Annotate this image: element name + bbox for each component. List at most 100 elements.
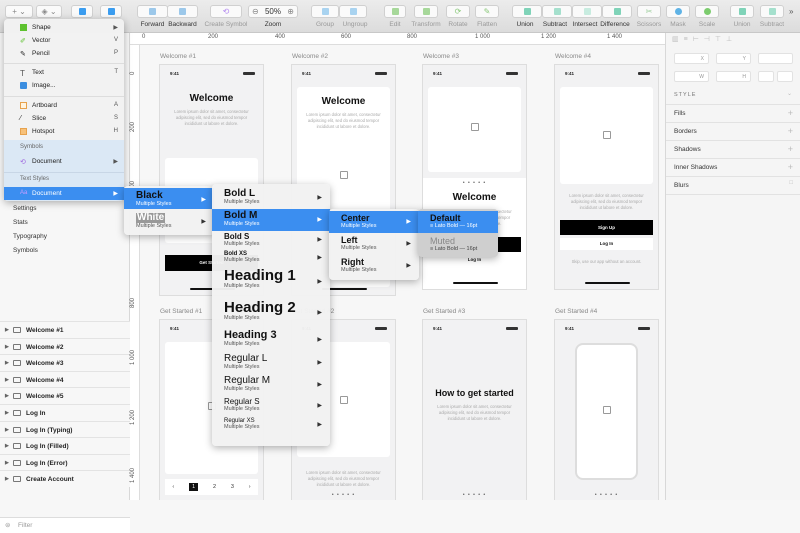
overflow-chevron-icon[interactable]: »: [789, 7, 793, 16]
page-item-typography[interactable]: Typography: [13, 233, 47, 240]
inner-shadows-row[interactable]: Inner Shadows +: [666, 159, 800, 177]
add-shadow-icon[interactable]: +: [788, 144, 793, 154]
layer-row[interactable]: ▶ Welcome #3: [0, 354, 130, 372]
artboard-label[interactable]: Get Started #3: [423, 308, 465, 315]
menu-item-artboard[interactable]: Artboard A: [4, 99, 124, 112]
menu-item-hotspot[interactable]: Hotspot H: [4, 125, 124, 138]
zoom-control[interactable]: ⊖ 50% ⊕: [248, 5, 298, 18]
mask-button[interactable]: [666, 5, 690, 18]
intersect-button[interactable]: [572, 5, 602, 18]
artboard-label[interactable]: Welcome #1: [160, 53, 196, 60]
artboard-label[interactable]: Welcome #3: [423, 53, 459, 60]
scissors-button[interactable]: ✂: [637, 5, 661, 18]
disclosure-triangle-icon[interactable]: ▶: [5, 344, 9, 350]
menu-item-muted[interactable]: Muted ≡ Lato Bold — 16pt: [418, 234, 498, 256]
menu-item-regular-xs[interactable]: Regular XS Multiple Styles ▶: [212, 416, 330, 433]
disclosure-triangle-icon[interactable]: ▶: [5, 476, 9, 482]
artboard-get-started-3[interactable]: 9:41 How to get started Lorem ipsum dolo…: [422, 319, 527, 500]
menu-item-bold-l[interactable]: Bold L Multiple Styles ▶: [212, 187, 330, 209]
transform-button[interactable]: [414, 5, 438, 18]
edit-button[interactable]: [384, 5, 406, 18]
menu-item-bold-xs[interactable]: Bold XS Multiple Styles ▶: [212, 249, 330, 266]
layer-style-button[interactable]: ◈ ⌄: [36, 5, 62, 18]
insert-button[interactable]: + ⌄: [5, 5, 33, 18]
menu-item-regular-l[interactable]: Regular L Multiple Styles ▶: [212, 352, 330, 374]
h-field[interactable]: H: [716, 71, 751, 82]
menu-item-heading-2[interactable]: Heading 2 Multiple Styles ▶: [212, 298, 330, 328]
layer-row[interactable]: ▶ Welcome #2: [0, 337, 130, 355]
disclosure-triangle-icon[interactable]: ▶: [5, 410, 9, 416]
menu-item-vector[interactable]: ✐ Vector V: [4, 34, 124, 47]
layer-row[interactable]: ▶ Log In (Filled): [0, 437, 130, 455]
select-icon-button[interactable]: [71, 5, 93, 18]
ungroup-button[interactable]: [339, 5, 367, 18]
create-symbol-button[interactable]: ⟲: [210, 5, 242, 18]
menu-item-default[interactable]: Default ≡ Lato Bold — 16pt: [418, 211, 498, 233]
artboard-label[interactable]: Get Started #1: [160, 308, 202, 315]
menu-item-heading-1[interactable]: Heading 1 Multiple Styles ▶: [212, 266, 330, 298]
filter-field[interactable]: ⊜ Filter: [0, 517, 130, 533]
zoom-out-icon[interactable]: ⊖: [252, 7, 259, 16]
layer-row[interactable]: ▶ Welcome #5: [0, 387, 130, 405]
blurs-row[interactable]: Blurs □: [666, 177, 800, 195]
page-item-settings[interactable]: Settings: [13, 205, 37, 212]
menu-item-image[interactable]: Image...: [4, 79, 124, 92]
difference-button[interactable]: [602, 5, 632, 18]
menu-item-bold-s[interactable]: Bold S Multiple Styles ▶: [212, 231, 330, 249]
layer-row[interactable]: ▶ Create Account: [0, 470, 130, 488]
artboard-label[interactable]: Get Started #4: [555, 308, 597, 315]
menu-item-text-styles-document[interactable]: Aa Document ▶: [4, 187, 124, 200]
disclosure-triangle-icon[interactable]: ▶: [5, 360, 9, 366]
menu-item-pencil[interactable]: ✎ Pencil P: [4, 47, 124, 60]
align-tools[interactable]: ▥≡⊢⊣⊤⊥: [672, 35, 737, 43]
union-button[interactable]: [512, 5, 542, 18]
menu-item-symbols-document[interactable]: ⟲ Document ▶: [4, 155, 124, 168]
menu-item-black[interactable]: Black Multiple Styles ▶: [124, 188, 214, 209]
flatten-button[interactable]: ✎: [475, 5, 499, 18]
zoom-in-icon[interactable]: ⊕: [287, 7, 294, 16]
artboard-welcome-4[interactable]: 9:41 Lorem ipsum dolor sit amet, consect…: [554, 64, 659, 290]
add-inner-shadow-icon[interactable]: +: [788, 162, 793, 172]
backward-button[interactable]: [167, 5, 198, 18]
disclosure-triangle-icon[interactable]: ▶: [5, 443, 9, 449]
menu-item-heading-3[interactable]: Heading 3 Multiple Styles ▶: [212, 328, 330, 352]
menu-item-text[interactable]: T Text T: [4, 66, 124, 79]
menu-item-center[interactable]: Center Multiple Styles ▶: [329, 211, 419, 233]
layer-row[interactable]: ▶ Welcome #4: [0, 370, 130, 388]
y-field[interactable]: Y: [716, 53, 751, 64]
artboard-get-started-4[interactable]: 9:41 • • • • •: [554, 319, 659, 500]
disclosure-triangle-icon[interactable]: ▶: [5, 460, 9, 466]
forward-button[interactable]: [137, 5, 168, 18]
menu-item-regular-m[interactable]: Regular M Multiple Styles ▶: [212, 374, 330, 396]
layer-row[interactable]: ▶ Welcome #1: [0, 321, 130, 338]
select-all-icon-button[interactable]: [100, 5, 122, 18]
page-item-stats[interactable]: Stats: [13, 219, 28, 226]
flip-v-icon[interactable]: [777, 71, 793, 82]
blur-checkbox[interactable]: □: [789, 180, 793, 186]
disclosure-triangle-icon[interactable]: ▶: [5, 377, 9, 383]
disclosure-triangle-icon[interactable]: ▶: [5, 393, 9, 399]
borders-row[interactable]: Borders +: [666, 123, 800, 141]
subtract-button[interactable]: [542, 5, 572, 18]
artboard-label[interactable]: Welcome #4: [555, 53, 591, 60]
style-header[interactable]: STYLE ⌄: [666, 87, 800, 105]
menu-item-shape[interactable]: Shape ▶: [4, 21, 124, 34]
subtract-button-2[interactable]: [760, 5, 784, 18]
w-field[interactable]: W: [674, 71, 709, 82]
menu-item-slice[interactable]: ⁄ Slice S: [4, 112, 124, 125]
disclosure-triangle-icon[interactable]: ▶: [5, 327, 9, 333]
layer-row[interactable]: ▶ Log In (Typing): [0, 420, 130, 438]
menu-item-right[interactable]: Right Multiple Styles ▶: [329, 255, 419, 277]
add-fill-icon[interactable]: +: [788, 108, 793, 118]
disclosure-triangle-icon[interactable]: ▶: [5, 427, 9, 433]
scale-button[interactable]: [695, 5, 719, 18]
layer-row[interactable]: ▶ Log In: [0, 404, 130, 421]
group-button[interactable]: [311, 5, 339, 18]
layer-row[interactable]: ▶ Log In (Error): [0, 453, 130, 471]
menu-item-left[interactable]: Left Multiple Styles ▶: [329, 233, 419, 255]
page-item-symbols[interactable]: Symbols: [13, 247, 38, 254]
menu-item-regular-s[interactable]: Regular S Multiple Styles ▶: [212, 396, 330, 416]
menu-item-white[interactable]: White Multiple Styles ▶: [124, 210, 214, 232]
menu-item-bold-m[interactable]: Bold M Multiple Styles ▶: [212, 209, 330, 231]
add-border-icon[interactable]: +: [788, 126, 793, 136]
